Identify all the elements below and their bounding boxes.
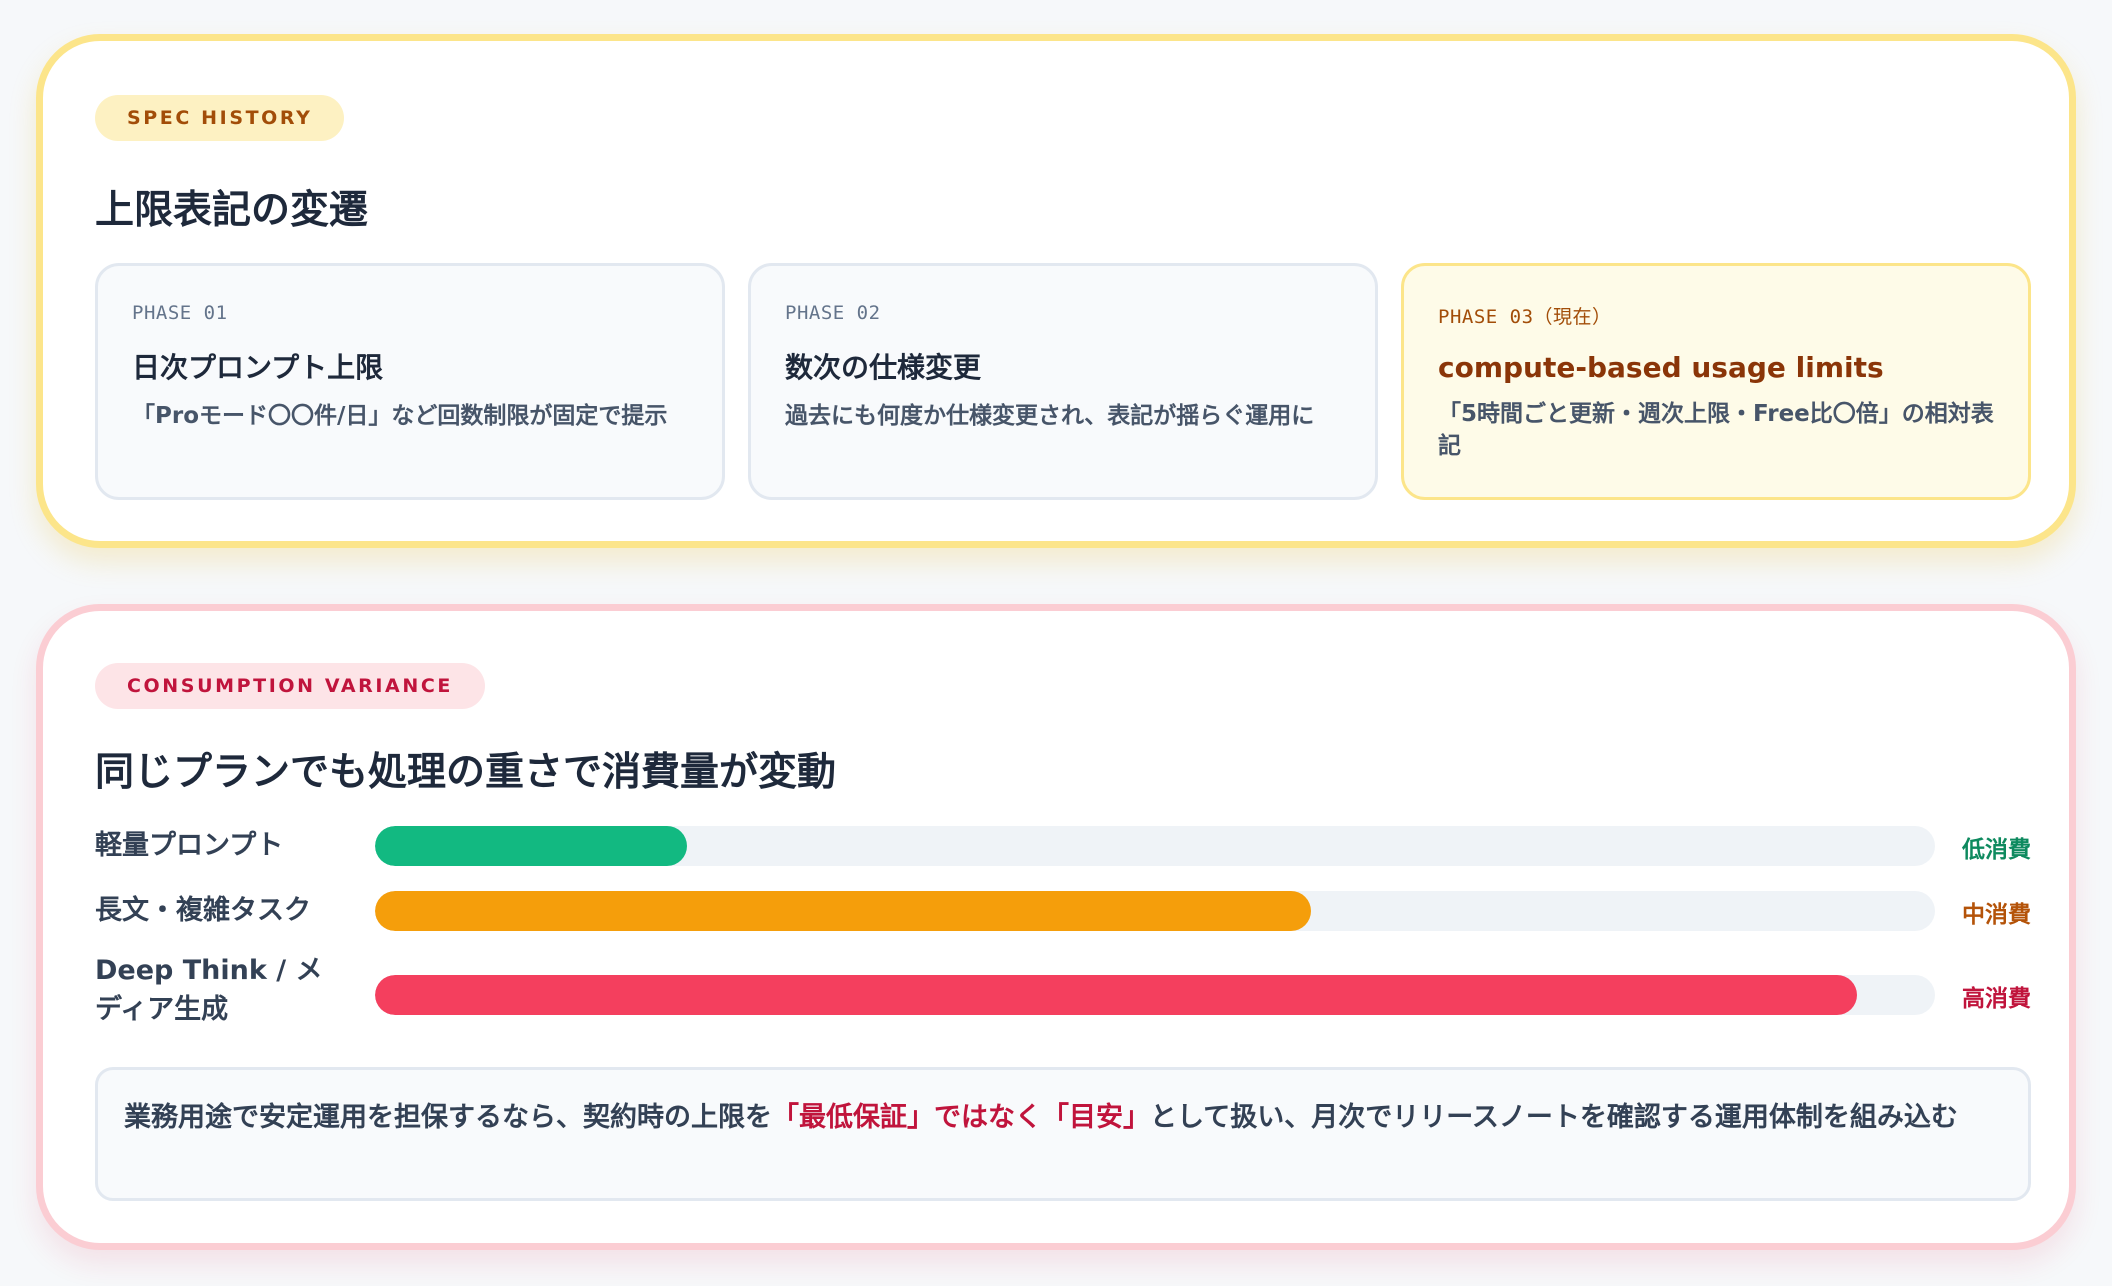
phase-description: 「Proモード〇〇件/日」など回数制限が固定で提示 [132,403,668,429]
consumption-row-long: 長文・複雑タスク 中消費 [95,891,2031,931]
phase-title: compute-based usage limits [1438,351,1884,384]
phase-title: 数次の仕様変更 [785,351,982,384]
phase-description: 「5時間ごと更新・週次上限・Free比〇倍」の相対表記 [1438,401,1994,459]
phase-card-03-current: PHASE 03（現在） compute-based usage limits … [1401,263,2031,500]
consumption-level: 低消費 [1962,837,2031,863]
spec-history-card: SPEC HISTORY 上限表記の変遷 PHASE 01 日次プロンプト上限 … [36,34,2076,548]
consumption-row-label: Deep Think / メディア生成 [95,955,323,1025]
phase-card-02: PHASE 02 数次の仕様変更 過去にも何度か仕様変更され、表記が揺らぐ運用に [748,263,1378,500]
phase-label: PHASE 01 [132,302,228,324]
consumption-variance-badge: CONSUMPTION VARIANCE [95,663,485,709]
consumption-variance-card: CONSUMPTION VARIANCE 同じプランでも処理の重さで消費量が変動… [36,604,2076,1250]
consumption-level: 高消費 [1962,986,2031,1012]
consumption-row-label: 軽量プロンプト [95,830,284,861]
consumption-row-label: 長文・複雑タスク [95,895,311,926]
spec-history-badge: SPEC HISTORY [95,95,345,141]
phase-label: PHASE 02 [785,302,881,324]
note-text-pre: 業務用途で安定運用を担保するなら、契約時の上限を [124,1102,772,1133]
spec-history-title: 上限表記の変遷 [95,188,369,233]
consumption-bar-track [375,826,1935,866]
operational-note: 業務用途で安定運用を担保するなら、契約時の上限を「最低保証」ではなく「目安」とし… [95,1067,2031,1201]
note-emphasis: 「最低保証」ではなく「目安」 [772,1102,1150,1133]
consumption-bar-fill [375,975,1857,1015]
consumption-bar-track [375,891,1935,931]
consumption-level: 中消費 [1962,902,2031,928]
phase-description: 過去にも何度か仕様変更され、表記が揺らぐ運用に [785,403,1315,429]
phase-label: PHASE 03（現在） [1438,306,1612,328]
consumption-row-light: 軽量プロンプト 低消費 [95,826,2031,866]
note-text-post: として扱い、月次でリリースノートを確認する運用体制を組み込む [1150,1102,1958,1133]
consumption-row-heavy: Deep Think / メディア生成 高消費 [95,951,2031,1031]
consumption-bar-fill [375,891,1311,931]
consumption-variance-title: 同じプランでも処理の重さで消費量が変動 [95,750,837,795]
consumption-bar-track [375,975,1935,1015]
phase-card-01: PHASE 01 日次プロンプト上限 「Proモード〇〇件/日」など回数制限が固… [95,263,725,500]
consumption-bar-fill [375,826,687,866]
phase-title: 日次プロンプト上限 [132,351,384,384]
